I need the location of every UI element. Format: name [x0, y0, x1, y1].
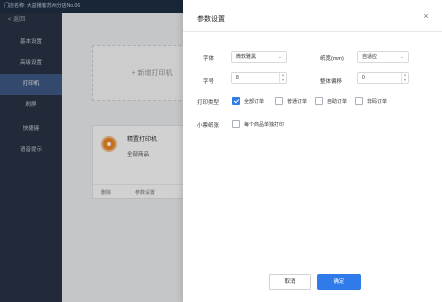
type-self-label: 自助订单	[327, 99, 348, 105]
type-self-checkbox[interactable]	[315, 97, 323, 105]
type-normal-checkbox[interactable]	[275, 97, 283, 105]
font-select-value: 微软雅黑	[236, 54, 257, 60]
stepper-arrows-icon[interactable]: ▲ ▼	[401, 73, 408, 83]
receipt-label: 小票纸张	[197, 123, 220, 129]
stepper-arrows-icon[interactable]: ▲ ▼	[279, 73, 286, 83]
offset-value: 0	[362, 75, 365, 81]
paper-width-label: 纸宽(mm)	[320, 56, 344, 62]
modal-divider	[183, 31, 442, 32]
chevron-down-icon: ⌄	[399, 54, 404, 60]
type-all-label: 全部订单	[244, 99, 265, 105]
chevron-down-icon: ⌄	[277, 54, 282, 60]
print-type-label: 打印类型	[197, 100, 220, 106]
cancel-button[interactable]: 取消	[269, 274, 311, 290]
close-icon[interactable]: ×	[421, 11, 431, 21]
confirm-button[interactable]: 确定	[317, 274, 361, 290]
type-noncode-checkbox[interactable]	[355, 97, 363, 105]
modal-title: 参数设置	[197, 16, 225, 23]
font-size-value: 8	[236, 75, 239, 81]
receipt-each-label: 每个商品单独打印	[244, 122, 285, 128]
paper-width-value: 自适应	[362, 54, 378, 60]
paper-width-select[interactable]: 自适应 ⌄	[357, 51, 409, 63]
font-select[interactable]: 微软雅黑 ⌄	[231, 51, 287, 63]
offset-stepper[interactable]: 0 ▲ ▼	[357, 72, 409, 84]
receipt-each-checkbox[interactable]	[232, 120, 240, 128]
type-all-checkbox[interactable]	[232, 97, 240, 105]
type-normal-label: 普通订单	[287, 99, 308, 105]
offset-label: 整体偏移	[320, 79, 343, 85]
type-noncode-label: 非码订单	[367, 99, 388, 105]
font-size-stepper[interactable]: 8 ▲ ▼	[231, 72, 287, 84]
font-label: 字体	[203, 56, 215, 62]
font-size-label: 字号	[203, 79, 215, 85]
params-modal: 参数设置 × 字体 微软雅黑 ⌄ 纸宽(mm) 自适应 ⌄ 字号 8 ▲ ▼ 整体…	[183, 0, 442, 302]
